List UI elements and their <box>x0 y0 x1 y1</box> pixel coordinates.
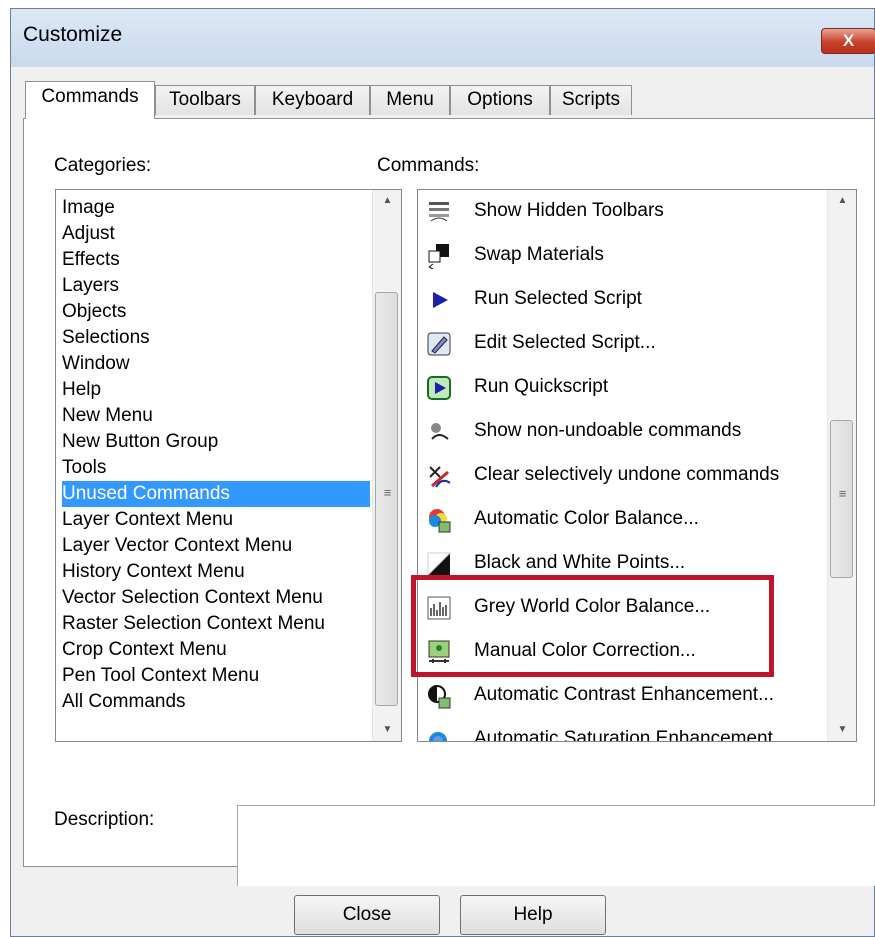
description-label: Description: <box>54 809 155 830</box>
category-item[interactable]: Layer Context Menu <box>62 507 370 533</box>
customize-dialog: Customize X Commands Toolbars Keyboard M… <box>10 8 875 937</box>
swap-materials-icon <box>426 243 452 270</box>
edit-script-icon <box>426 331 452 357</box>
scroll-down-arrow[interactable]: ▼ <box>828 719 856 741</box>
commands-tab-page: Categories: Commands: Image Adjust Effects… <box>23 118 875 886</box>
command-item[interactable]: Clear selectively undone commands <box>418 454 818 497</box>
hidden-toolbars-icon <box>426 199 452 225</box>
command-label: Black and White Points... <box>474 552 686 573</box>
command-label: Automatic Contrast Enhancement... <box>474 684 774 705</box>
command-item[interactable]: Automatic Saturation Enhancement... <box>418 718 818 742</box>
quickscript-icon <box>426 375 452 401</box>
category-item[interactable]: Adjust <box>62 221 370 247</box>
command-item[interactable]: Show Hidden Toolbars <box>418 190 818 233</box>
category-item[interactable]: Objects <box>62 299 370 325</box>
non-undoable-icon <box>426 419 452 445</box>
category-item[interactable]: Vector Selection Context Menu <box>62 585 370 611</box>
close-window-button[interactable]: X <box>821 28 875 54</box>
command-label: Run Selected Script <box>474 288 642 309</box>
category-item[interactable]: New Button Group <box>62 429 370 455</box>
scroll-up-arrow[interactable]: ▲ <box>373 190 401 212</box>
description-field <box>237 805 875 886</box>
dialog-client-area: Commands Toolbars Keyboard Menu Options … <box>11 67 875 936</box>
category-item[interactable]: Raster Selection Context Menu <box>62 611 370 637</box>
tab-options[interactable]: Options <box>450 85 550 115</box>
command-label: Automatic Color Balance... <box>474 508 699 529</box>
command-item[interactable]: Automatic Contrast Enhancement... <box>418 674 818 717</box>
saturation-icon <box>426 727 452 741</box>
scroll-up-arrow[interactable]: ▲ <box>828 190 856 212</box>
dialog-title: Customize <box>23 23 123 46</box>
category-item[interactable]: Pen Tool Context Menu <box>62 663 370 689</box>
highlight-box <box>411 575 774 677</box>
command-label: Edit Selected Script... <box>474 332 656 353</box>
color-balance-icon <box>426 507 452 533</box>
command-item[interactable]: Run Quickscript <box>418 366 818 409</box>
category-item[interactable]: All Commands <box>62 689 370 715</box>
tab-scripts[interactable]: Scripts <box>550 85 632 115</box>
commands-scroll-thumb[interactable]: ≡ <box>830 420 853 578</box>
category-item[interactable]: Crop Context Menu <box>62 637 370 663</box>
grip-icon: ≡ <box>383 485 392 500</box>
command-item[interactable]: Edit Selected Script... <box>418 322 818 365</box>
command-label: Swap Materials <box>474 244 604 265</box>
category-item[interactable]: History Context Menu <box>62 559 370 585</box>
commands-label: Commands: <box>377 155 480 176</box>
category-item[interactable]: Layers <box>62 273 370 299</box>
category-item[interactable]: Unused Commands <box>62 481 370 507</box>
command-label: Automatic Saturation Enhancement... <box>474 728 789 742</box>
category-item[interactable]: Window <box>62 351 370 377</box>
play-icon <box>426 287 452 313</box>
command-item[interactable]: Swap Materials <box>418 234 818 277</box>
command-label: Show Hidden Toolbars <box>474 200 664 221</box>
scroll-down-arrow[interactable]: ▼ <box>373 719 401 741</box>
categories-listbox[interactable]: Image Adjust Effects Layers Objects Selection… <box>55 189 402 742</box>
command-item[interactable]: Show non-undoable commands <box>418 410 818 453</box>
command-label: Clear selectively undone commands <box>474 464 780 485</box>
categories-label: Categories: <box>54 155 152 176</box>
category-item[interactable]: Help <box>62 377 370 403</box>
command-item[interactable]: Run Selected Script <box>418 278 818 321</box>
help-button[interactable]: Help <box>460 895 606 935</box>
command-label: Run Quickscript <box>474 376 609 397</box>
grip-icon: ≡ <box>838 486 847 501</box>
categories-scrollbar[interactable]: ▲ ≡ ▼ <box>372 190 401 741</box>
tab-toolbars[interactable]: Toolbars <box>155 85 255 115</box>
category-item[interactable]: New Menu <box>62 403 370 429</box>
black-white-points-icon <box>426 551 452 577</box>
commands-scrollbar[interactable]: ▲ ≡ ▼ <box>827 190 856 741</box>
categories-scroll-thumb[interactable]: ≡ <box>375 292 398 706</box>
command-item[interactable]: Automatic Color Balance... <box>418 498 818 541</box>
close-button[interactable]: Close <box>294 895 440 935</box>
category-item[interactable]: Image <box>62 195 370 221</box>
contrast-icon <box>426 683 452 709</box>
category-item[interactable]: Tools <box>62 455 370 481</box>
clear-undone-icon <box>426 463 452 489</box>
tab-keyboard[interactable]: Keyboard <box>255 85 370 115</box>
title-bar[interactable]: Customize X <box>11 9 875 67</box>
category-item[interactable]: Layer Vector Context Menu <box>62 533 370 559</box>
command-label: Show non-undoable commands <box>474 420 742 441</box>
category-item[interactable]: Effects <box>62 247 370 273</box>
tab-menu[interactable]: Menu <box>370 85 450 115</box>
tab-commands[interactable]: Commands <box>25 81 155 119</box>
category-item[interactable]: Selections <box>62 325 370 351</box>
